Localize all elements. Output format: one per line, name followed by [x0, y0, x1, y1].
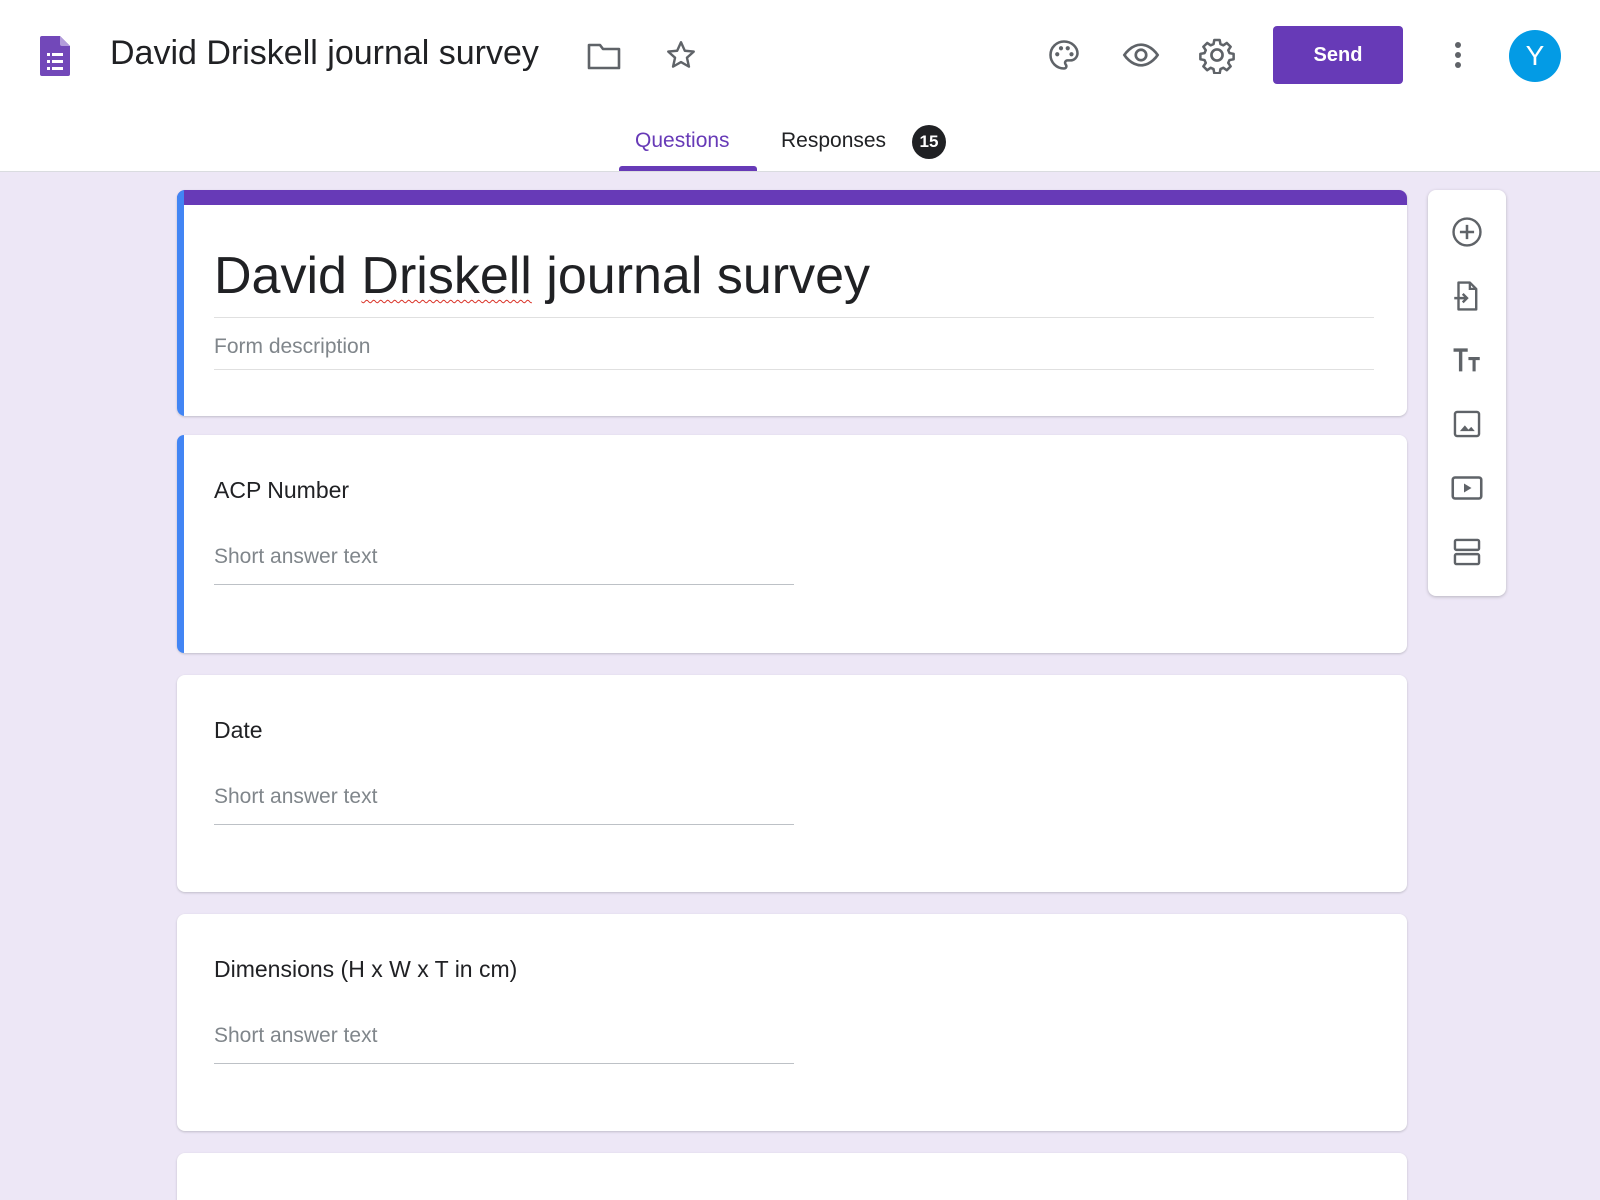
star-icon[interactable]	[657, 31, 705, 79]
question-card[interactable]: ACP Number Short answer text	[177, 435, 1407, 653]
form-title[interactable]: David Driskell journal survey	[214, 246, 870, 306]
responses-count-badge: 15	[912, 125, 946, 159]
settings-gear-icon[interactable]	[1193, 31, 1241, 79]
account-avatar[interactable]: Y	[1509, 30, 1561, 82]
form-title-card[interactable]: David Driskell journal survey Form descr…	[177, 190, 1407, 416]
add-question-icon[interactable]	[1443, 208, 1491, 256]
floating-question-toolbar	[1428, 190, 1506, 596]
short-answer-placeholder: Short answer text	[214, 545, 378, 568]
more-vert-icon[interactable]	[1434, 31, 1482, 79]
add-section-icon[interactable]	[1443, 528, 1491, 576]
answer-underline	[214, 824, 794, 825]
question-card[interactable]: Dimensions (H x W x T in cm) Short answe…	[177, 914, 1407, 1131]
answer-underline	[214, 584, 794, 585]
form-title-misspelled-word: Driskell	[361, 247, 532, 305]
add-title-icon[interactable]	[1443, 336, 1491, 384]
forms-logo-icon[interactable]	[40, 36, 70, 76]
form-title-text-start: David	[214, 247, 362, 305]
question-title[interactable]: ACP Number	[214, 477, 349, 504]
short-answer-placeholder: Short answer text	[214, 1024, 378, 1047]
add-video-icon[interactable]	[1443, 464, 1491, 512]
folder-icon[interactable]	[580, 32, 628, 80]
import-questions-icon[interactable]	[1443, 272, 1491, 320]
title-divider	[214, 317, 1374, 318]
answer-underline	[214, 1063, 794, 1064]
document-title[interactable]: David Driskell journal survey	[110, 34, 539, 73]
question-card[interactable]: Date Short answer text	[177, 675, 1407, 892]
tab-responses[interactable]: Responses	[781, 129, 886, 177]
add-image-icon[interactable]	[1443, 400, 1491, 448]
question-title[interactable]: Date	[214, 717, 263, 744]
send-button[interactable]: Send	[1273, 26, 1403, 84]
palette-icon[interactable]	[1040, 31, 1088, 79]
preview-eye-icon[interactable]	[1117, 31, 1165, 79]
description-underline	[214, 369, 1374, 370]
question-card-partial[interactable]	[177, 1153, 1407, 1200]
question-title[interactable]: Dimensions (H x W x T in cm)	[214, 956, 517, 983]
app-header: David Driskell journal survey Send Y Que…	[0, 0, 1600, 172]
form-title-text-end: journal survey	[531, 247, 871, 305]
active-question-indicator	[177, 435, 184, 653]
active-tab-indicator	[619, 166, 757, 171]
focus-indicator	[177, 190, 184, 416]
form-description-field[interactable]: Form description	[214, 335, 370, 359]
theme-color-bar	[177, 190, 1407, 205]
short-answer-placeholder: Short answer text	[214, 785, 378, 808]
